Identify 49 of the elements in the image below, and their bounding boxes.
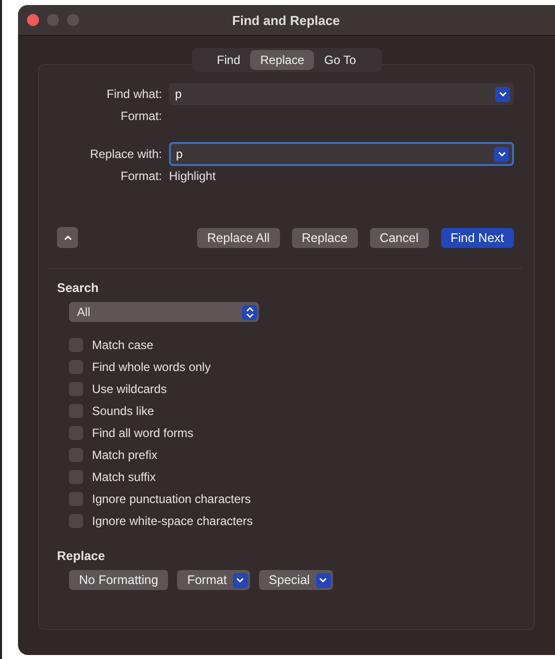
dialog-button[interactable]: Cancel [370,228,428,248]
combo-field[interactable]: p [169,83,514,105]
chevron-down-icon[interactable] [494,146,509,162]
option-label: Match prefix [92,448,158,462]
menu-button[interactable]: Format [177,570,250,590]
chevron-down-icon[interactable] [316,572,331,588]
format-label: Format: [120,109,163,123]
window-title: Find and Replace [232,12,340,28]
option-label: Sounds like [92,404,154,418]
collapse-button[interactable] [57,227,78,248]
combo-field[interactable]: p [169,142,514,166]
tab[interactable]: Go To [314,50,366,70]
checkbox[interactable] [69,382,83,396]
checkbox[interactable] [69,360,83,374]
tab[interactable]: Replace [250,50,314,70]
minimize-icon[interactable] [47,14,59,26]
checkbox[interactable] [69,492,83,506]
chevron-down-icon[interactable] [232,572,248,588]
section-heading: Search [57,281,100,295]
option-label: Use wildcards [92,382,167,396]
chevron-up-icon [64,234,72,240]
option-label: Ignore white-space characters [92,514,253,528]
checkbox[interactable] [69,448,83,462]
menu-button[interactable]: Special [258,570,333,590]
chevron-down-icon[interactable] [495,86,510,102]
field-label: Find what: [106,87,163,101]
dialog-button[interactable]: Replace [292,228,358,248]
option-label: Match suffix [92,470,156,484]
search-dropdown[interactable]: All [69,302,259,322]
checkbox[interactable] [69,426,83,440]
close-icon[interactable] [27,14,39,26]
checkbox[interactable] [69,470,83,484]
option-label: Find all word forms [92,426,194,440]
field-label: Replace with: [88,147,163,161]
option-label: Find whole words only [92,360,211,374]
section-heading: Replace [57,549,106,563]
checkbox[interactable] [69,338,83,352]
up-down-icon[interactable] [242,304,257,320]
dialog-button[interactable]: Find Next [440,228,514,248]
zoom-icon[interactable] [67,14,79,26]
dialog-button[interactable]: Replace All [197,228,280,248]
checkbox[interactable] [69,404,83,418]
no-formatting-button[interactable]: No Formatting [69,570,168,590]
format-label: Format: [120,169,163,183]
checkbox[interactable] [69,514,83,528]
option-label: Match case [92,338,154,352]
option-label: Ignore punctuation characters [92,492,251,506]
format-value: Highlight [169,169,216,183]
tab[interactable]: Find [206,50,250,70]
